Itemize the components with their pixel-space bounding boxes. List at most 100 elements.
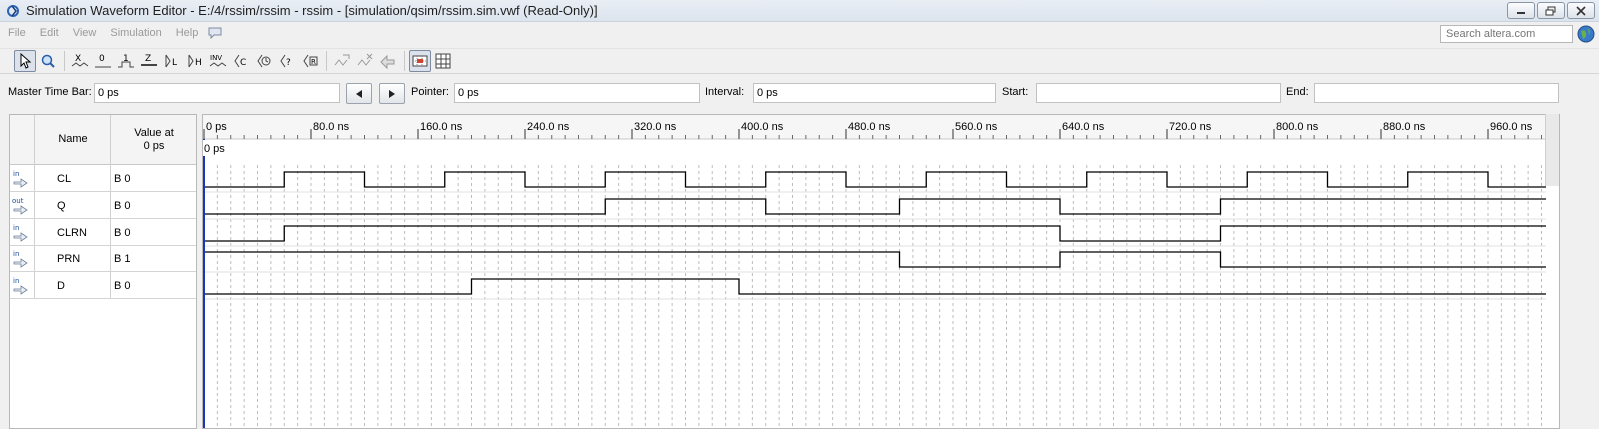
signal-waveform xyxy=(204,171,1546,188)
forcing-unknown-icon[interactable]: X xyxy=(69,50,91,72)
tick-label: 0 ps xyxy=(206,121,227,133)
count-value-icon[interactable]: C xyxy=(230,50,252,72)
forcing-high-icon[interactable]: 1 xyxy=(115,50,137,72)
search-input[interactable] xyxy=(1440,25,1573,43)
svg-text:H: H xyxy=(195,58,202,68)
signal-row[interactable]: in D B 0 xyxy=(10,273,196,299)
signal-name: PRN xyxy=(57,253,81,265)
next-transition-button[interactable] xyxy=(379,83,405,104)
ungroup-icon[interactable] xyxy=(354,50,376,72)
value-column-header[interactable]: Value at xyxy=(122,127,186,139)
input-pin-icon: in xyxy=(12,223,32,243)
tick-label: 800.0 ns xyxy=(1276,121,1319,133)
signal-row[interactable]: out Q B 0 xyxy=(10,193,196,219)
menu-edit[interactable]: Edit xyxy=(40,27,59,39)
svg-text:0: 0 xyxy=(99,54,105,64)
master-time-bar-label: Master Time Bar: xyxy=(8,86,92,98)
forcing-low-icon[interactable]: 0 xyxy=(92,50,114,72)
signal-value: B 1 xyxy=(114,253,131,265)
tick-label: 640.0 ns xyxy=(1062,121,1105,133)
clock-value-icon[interactable] xyxy=(253,50,275,72)
signal-row[interactable]: in PRN B 1 xyxy=(10,246,196,272)
selection-tool-icon[interactable] xyxy=(14,50,36,72)
toolbar-separator xyxy=(64,51,65,71)
cursor-label: 0 ps xyxy=(204,143,225,155)
invert-icon[interactable]: INV xyxy=(207,50,229,72)
start-label: Start: xyxy=(1002,86,1029,98)
svg-text:Z: Z xyxy=(145,54,151,64)
vertical-scrollbar[interactable] xyxy=(1545,114,1559,186)
arbitrary-value-icon[interactable]: ? xyxy=(276,50,298,72)
toolbar: X 0 1 Z L H INV C ? R xyxy=(0,48,1599,74)
svg-text:?: ? xyxy=(286,58,291,68)
tick-label: 160.0 ns xyxy=(420,121,463,133)
waveform-panel[interactable]: 0 ps 80.0 ns 160.0 ns 240.0 ns 320.0 ns 400.0… xyxy=(202,114,1560,429)
weak-low-icon[interactable]: L xyxy=(161,50,183,72)
start-field[interactable] xyxy=(1036,83,1281,103)
end-label: End: xyxy=(1286,86,1309,98)
value-column-time: 0 ps xyxy=(143,140,165,152)
menu-file[interactable]: File xyxy=(8,27,26,39)
time-bar-row: Master Time Bar: 0 ps Pointer: 0 ps Inte… xyxy=(0,82,1599,104)
tick-label: 960.0 ns xyxy=(1490,121,1533,133)
group-icon[interactable] xyxy=(331,50,353,72)
title-bar: Simulation Waveform Editor - E:/4/rssim/… xyxy=(0,0,1599,22)
tick-label: 80.0 ns xyxy=(313,121,350,133)
svg-text:in: in xyxy=(13,170,19,178)
globe-icon[interactable] xyxy=(1577,25,1595,43)
tick-label: 720.0 ns xyxy=(1169,121,1212,133)
waveform-canvas[interactable]: 0 ps 80.0 ns 160.0 ns 240.0 ns 320.0 ns 400.0… xyxy=(203,115,1560,429)
restore-button[interactable] xyxy=(1537,2,1565,19)
high-impedance-icon[interactable]: Z xyxy=(138,50,160,72)
svg-text:C: C xyxy=(240,58,246,68)
random-value-icon[interactable]: R xyxy=(299,50,321,72)
signal-row[interactable]: in CLRN B 0 xyxy=(10,220,196,246)
svg-text:in: in xyxy=(13,277,19,285)
signal-value: B 0 xyxy=(114,173,131,185)
svg-text:L: L xyxy=(172,58,177,68)
signal-name: Q xyxy=(57,200,66,212)
menu-view[interactable]: View xyxy=(73,27,97,39)
signal-names-panel: Name Value at 0 ps in CL B 0 out Q B 0 i… xyxy=(9,114,197,429)
restore-icon xyxy=(1545,6,1556,15)
tick-label: 560.0 ns xyxy=(955,121,998,133)
menu-help[interactable]: Help xyxy=(176,27,199,39)
menu-simulation[interactable]: Simulation xyxy=(110,27,161,39)
minimize-button[interactable] xyxy=(1507,2,1535,19)
tick-label: 400.0 ns xyxy=(741,121,784,133)
help-bubble-icon[interactable] xyxy=(208,27,222,39)
minimize-icon xyxy=(1517,11,1525,14)
signal-name: CLRN xyxy=(57,227,87,239)
interval-field[interactable]: 0 ps xyxy=(753,83,996,103)
zoom-tool-icon[interactable] xyxy=(37,50,59,72)
master-time-bar-field[interactable]: 0 ps xyxy=(94,83,340,103)
menu-bar: File Edit View Simulation Help xyxy=(0,22,1599,44)
pointer-field[interactable]: 0 ps xyxy=(454,83,700,103)
signal-name: CL xyxy=(57,173,72,185)
names-header: Name Value at 0 ps xyxy=(10,115,196,165)
name-column-header[interactable]: Name xyxy=(52,133,94,145)
arrow-left-icon xyxy=(356,89,362,98)
signal-waveform xyxy=(204,251,1546,268)
input-pin-icon: in xyxy=(12,169,32,189)
reverse-order-icon[interactable] xyxy=(377,50,399,72)
signal-name: D xyxy=(57,280,65,292)
app-icon xyxy=(4,2,22,20)
weak-high-icon[interactable]: H xyxy=(184,50,206,72)
signal-value: B 0 xyxy=(114,280,131,292)
signal-row[interactable]: in CL B 0 xyxy=(10,166,196,192)
previous-transition-button[interactable] xyxy=(346,83,372,104)
signal-waveform xyxy=(204,225,1546,242)
svg-text:INV: INV xyxy=(210,54,222,62)
svg-text:R: R xyxy=(311,58,316,66)
snap-to-grid-icon[interactable] xyxy=(409,50,431,72)
signal-waveform xyxy=(204,278,1546,295)
signal-value: B 0 xyxy=(114,227,131,239)
close-button[interactable] xyxy=(1567,2,1595,19)
toolbar-separator xyxy=(404,51,405,71)
signal-value: B 0 xyxy=(114,200,131,212)
svg-text:in: in xyxy=(13,250,19,258)
grid-settings-icon[interactable] xyxy=(432,50,454,72)
end-field[interactable] xyxy=(1314,83,1559,103)
close-icon xyxy=(1576,5,1586,16)
